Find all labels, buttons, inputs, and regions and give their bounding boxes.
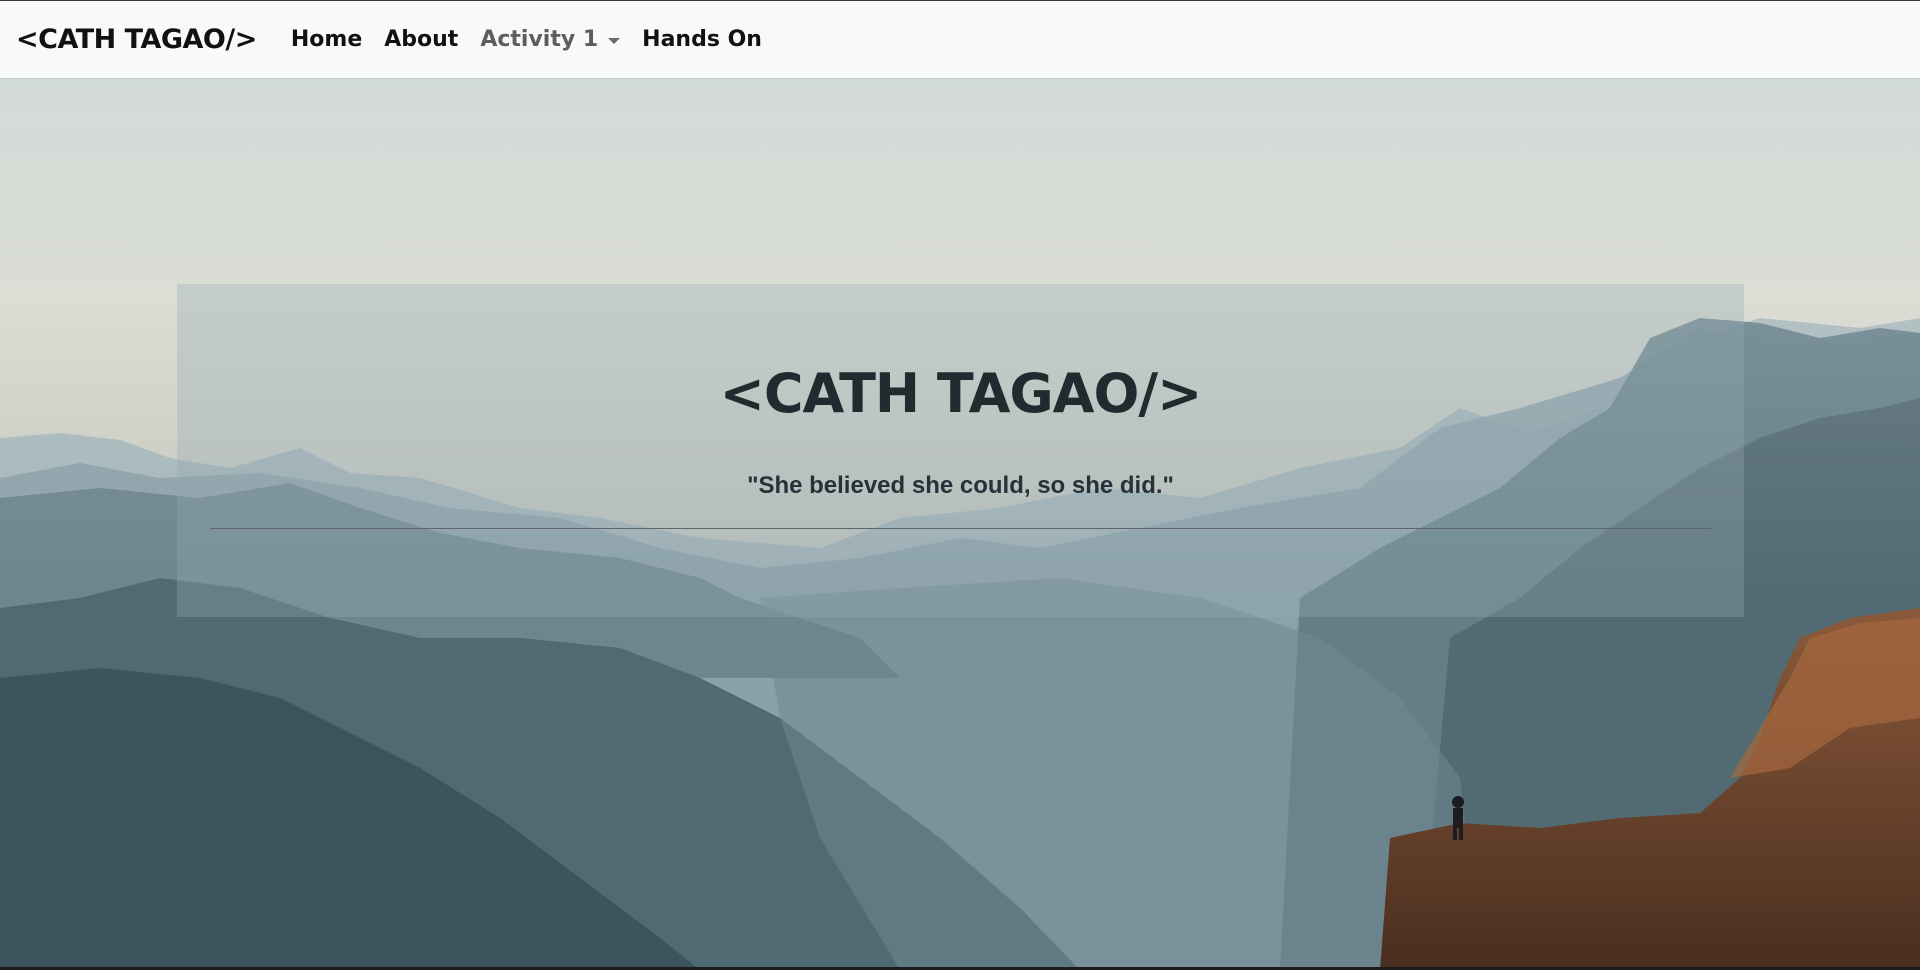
- chevron-down-icon: [608, 37, 621, 44]
- nav-dropdown-activity-1[interactable]: Activity 1: [480, 27, 621, 52]
- divider: [210, 528, 1711, 529]
- hero-quote: "She believed she could, so she did.": [747, 472, 1174, 499]
- nav-dropdown-label: Activity 1: [480, 27, 599, 52]
- hero-card: <CATH TAGAO/> "She believed she could, s…: [177, 284, 1744, 617]
- top-navbar: <CATH TAGAO/> Home About Activity 1 Hand…: [0, 0, 1920, 78]
- nav-link-home[interactable]: Home: [291, 27, 362, 52]
- nav-link-hands-on[interactable]: Hands On: [642, 27, 762, 52]
- brand-logo[interactable]: <CATH TAGAO/>: [16, 24, 257, 55]
- nav-link-about[interactable]: About: [384, 27, 458, 52]
- hero-section: <CATH TAGAO/> "She believed she could, s…: [0, 78, 1920, 970]
- hero-title: <CATH TAGAO/>: [719, 362, 1203, 425]
